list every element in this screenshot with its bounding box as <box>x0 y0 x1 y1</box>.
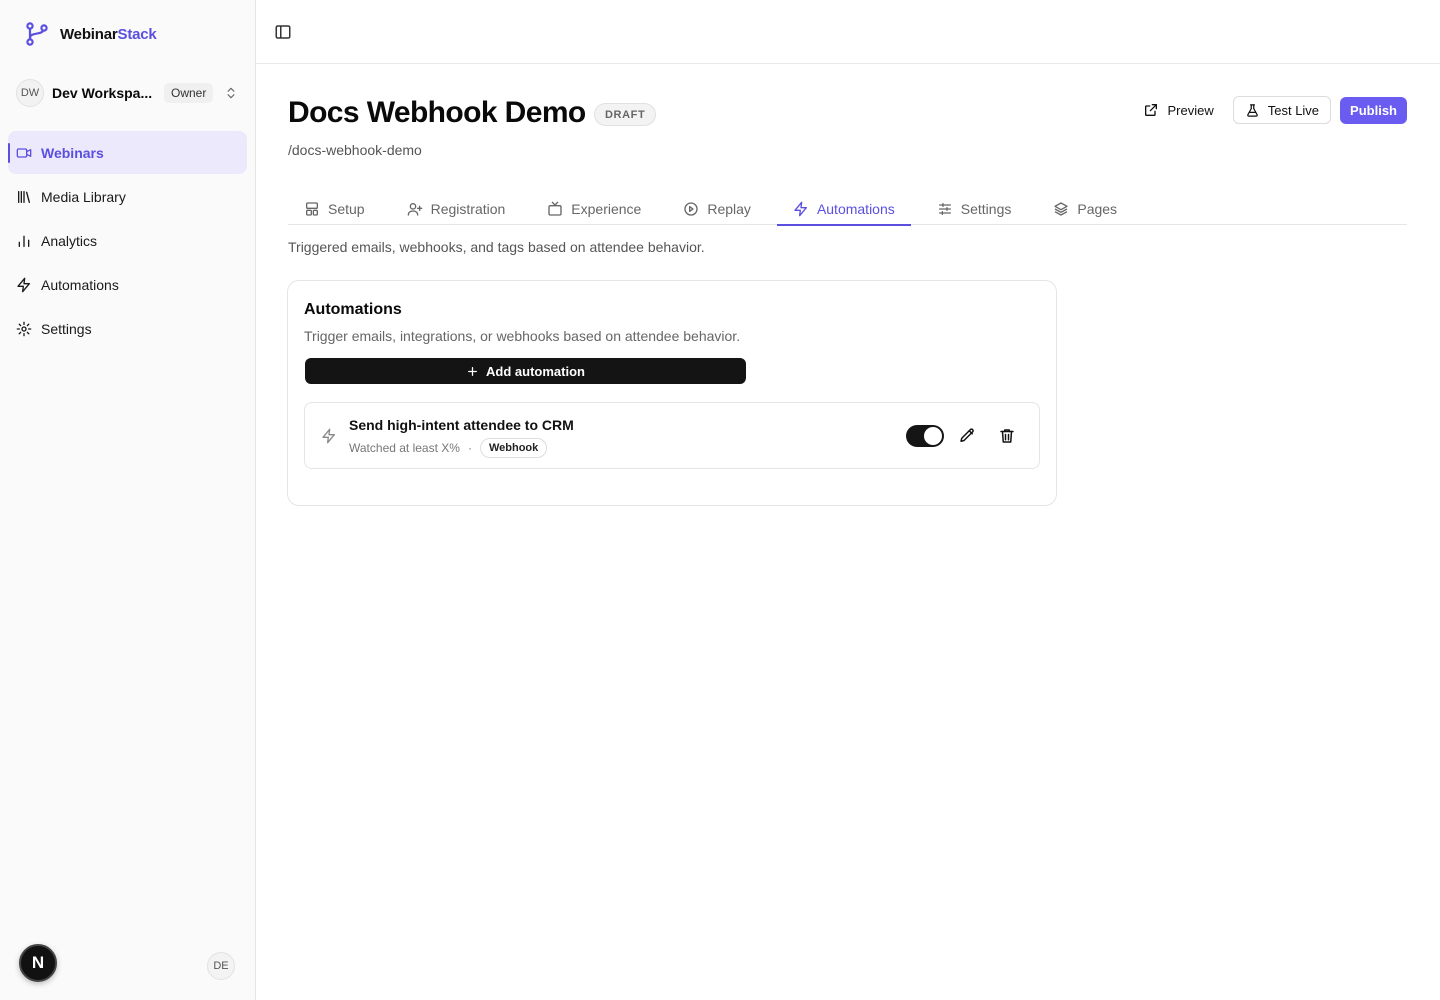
sidebar-item-automations[interactable]: Automations <box>8 263 247 306</box>
brand-name: WebinarStack <box>60 25 157 43</box>
tab-label: Setup <box>328 200 365 217</box>
play-circle-icon <box>683 201 699 217</box>
automation-item: Send high-intent attendee to CRM Watched… <box>304 402 1040 469</box>
brand-logo[interactable]: WebinarStack <box>24 20 157 48</box>
automation-enabled-toggle[interactable] <box>906 425 944 447</box>
library-icon <box>16 189 32 205</box>
sidebar-item-settings[interactable]: Settings <box>8 307 247 350</box>
zap-icon <box>16 277 32 293</box>
sidebar-toggle-icon[interactable] <box>274 23 292 41</box>
logo-icon <box>24 21 50 47</box>
sidebar-item-label: Webinars <box>41 144 104 161</box>
card-description: Trigger emails, integrations, or webhook… <box>304 328 741 344</box>
automation-type-badge: Webhook <box>479 438 548 458</box>
sidebar-item-label: Settings <box>41 320 92 337</box>
sidebar-item-analytics[interactable]: Analytics <box>8 219 247 262</box>
automations-card: Automations Trigger emails, integrations… <box>287 280 1057 506</box>
preview-label: Preview <box>1167 102 1214 118</box>
dev-tools-badge[interactable]: N <box>19 944 57 982</box>
external-link-icon <box>1143 102 1159 118</box>
bar-chart-icon <box>16 233 32 249</box>
status-badge: DRAFT <box>594 103 657 126</box>
tab-label: Replay <box>707 200 751 217</box>
trash-icon[interactable] <box>998 427 1016 445</box>
video-icon <box>16 145 32 161</box>
top-bar <box>256 0 1440 64</box>
tab-replay[interactable]: Replay <box>667 192 767 225</box>
tab-experience[interactable]: Experience <box>531 192 657 225</box>
gear-icon <box>16 321 32 337</box>
flask-icon <box>1245 103 1260 118</box>
sidebar-item-media-library[interactable]: Media Library <box>8 175 247 218</box>
webinar-tabs: Setup Registration Experience Replay Aut… <box>288 192 1407 226</box>
sidebar-item-label: Automations <box>41 276 119 293</box>
sidebar: WebinarStack DW Dev Workspa... Owner Web… <box>0 0 256 1000</box>
tab-label: Experience <box>571 200 642 217</box>
test-live-label: Test Live <box>1267 102 1320 118</box>
page-title: Docs Webhook Demo <box>288 96 586 129</box>
user-plus-icon <box>407 201 423 217</box>
automation-title: Send high-intent attendee to CRM <box>349 417 574 433</box>
tab-label: Registration <box>430 200 506 217</box>
edit-pencil-icon[interactable] <box>958 427 976 445</box>
toggle-knob <box>924 427 942 445</box>
add-automation-button[interactable]: Add automation <box>305 358 746 384</box>
automation-trigger: Watched at least X% <box>349 441 460 455</box>
add-automation-label: Add automation <box>486 363 585 379</box>
workspace-name: Dev Workspa... <box>52 85 153 101</box>
tab-description: Triggered emails, webhooks, and tags bas… <box>288 239 705 255</box>
preview-button[interactable]: Preview <box>1133 96 1223 124</box>
workspace-role-badge: Owner <box>164 83 214 103</box>
tab-label: Pages <box>1077 200 1118 217</box>
page-slug: /docs-webhook-demo <box>288 142 422 158</box>
layers-icon <box>1053 201 1069 217</box>
zap-icon <box>793 201 809 217</box>
layout-icon <box>304 201 320 217</box>
zap-icon <box>321 428 337 444</box>
plus-icon <box>466 365 479 378</box>
sidebar-item-label: Media Library <box>41 188 126 205</box>
tab-label: Automations <box>816 200 895 217</box>
tv-icon <box>547 201 563 217</box>
header-actions: Preview Test Live Publish <box>1133 96 1407 124</box>
tab-automations[interactable]: Automations <box>776 192 911 226</box>
sidebar-item-label: Analytics <box>41 232 98 249</box>
workspace-switcher[interactable]: DW Dev Workspa... Owner <box>16 78 244 108</box>
sliders-icon <box>937 201 953 217</box>
meta-separator: · <box>467 441 472 455</box>
sidebar-item-webinars[interactable]: Webinars <box>8 131 247 174</box>
workspace-avatar: DW <box>16 79 44 107</box>
publish-button[interactable]: Publish <box>1340 96 1407 124</box>
user-avatar[interactable]: DE <box>207 952 235 980</box>
chevrons-up-down-icon <box>224 86 238 100</box>
automation-meta: Watched at least X% · Webhook <box>349 438 548 458</box>
card-title: Automations <box>304 301 402 318</box>
tab-label: Settings <box>960 200 1012 217</box>
tab-settings[interactable]: Settings <box>921 192 1028 225</box>
tab-setup[interactable]: Setup <box>288 192 381 225</box>
tab-registration[interactable]: Registration <box>391 192 522 225</box>
tab-pages[interactable]: Pages <box>1037 192 1133 225</box>
test-live-button[interactable]: Test Live <box>1232 96 1332 124</box>
sidebar-nav: Webinars Media Library Analytics Automat… <box>8 131 247 351</box>
